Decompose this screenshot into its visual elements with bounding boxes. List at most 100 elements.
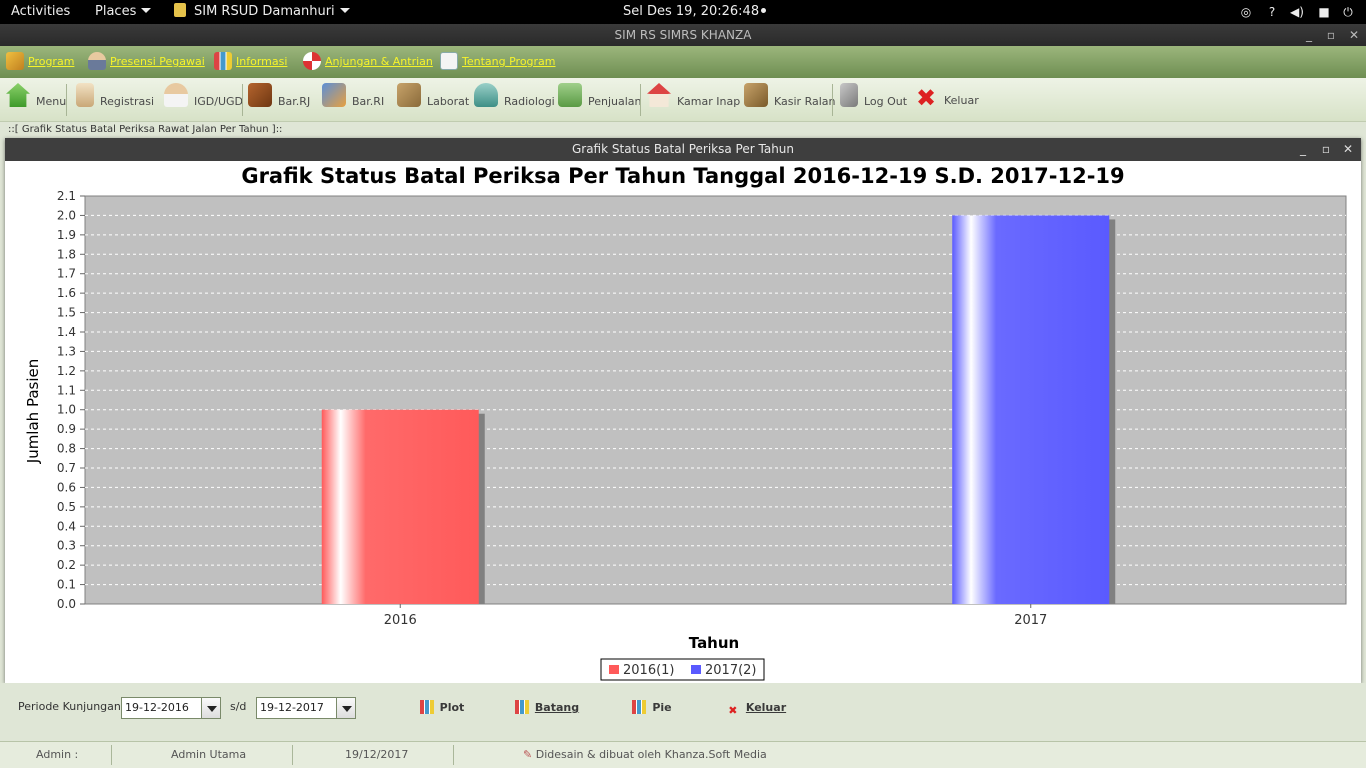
maximize-icon[interactable]: ▫	[1319, 138, 1333, 161]
status-bar: Admin : Admin Utama 19/12/2017 ✎ Didesai…	[0, 741, 1366, 768]
home-icon	[6, 83, 30, 107]
toolbar-separator	[640, 84, 641, 116]
toolbar-logout-button[interactable]: Log Out	[840, 83, 907, 117]
pie-button[interactable]: Pie	[614, 696, 690, 720]
toolbar-radiologi-button[interactable]: Radiologi	[474, 83, 555, 117]
y-tick-label: 0.1	[57, 578, 76, 592]
activities-button[interactable]: Activities	[11, 0, 70, 24]
y-tick-label: 1.4	[57, 325, 76, 339]
y-tick-label: 1.6	[57, 286, 76, 300]
y-axis-label: Jumlah Pasien	[24, 359, 42, 464]
toolbar-igd-label: IGD/UGD	[194, 95, 243, 108]
keys-icon	[840, 83, 858, 107]
y-tick-label: 1.9	[57, 228, 76, 242]
pen-icon: ✎	[523, 748, 533, 761]
bar-2017	[952, 215, 1110, 604]
date-from-dropdown-button[interactable]	[201, 697, 221, 719]
toolbar-barri-button[interactable]: Bar.RI	[322, 83, 384, 117]
minimize-icon[interactable]: _	[1296, 138, 1310, 161]
help-icon[interactable]: ?	[1264, 4, 1280, 20]
notification-dot-icon	[761, 8, 767, 13]
menu-program[interactable]: Program	[6, 50, 74, 74]
clock-label: Sel Des 19, 20:26:48	[623, 4, 760, 19]
plot-label: Plot	[439, 701, 465, 714]
y-tick-label: 0.7	[57, 461, 76, 475]
toolbar-kasir-ralan-button[interactable]: Kasir Ralan	[744, 83, 835, 117]
toolbar-registrasi-button[interactable]: Registrasi	[76, 83, 154, 117]
controls-panel: Periode Kunjungan : 19-12-2016 s/d 19-12…	[0, 683, 1366, 741]
y-tick-label: 0.5	[57, 500, 76, 514]
plot-button[interactable]: Plot	[404, 696, 480, 720]
house-icon	[647, 83, 671, 107]
menu-anjungan-antrian[interactable]: Anjungan & Antrian	[303, 50, 433, 74]
lifebuoy-icon	[303, 52, 321, 70]
key-icon	[6, 52, 24, 70]
clock[interactable]: Sel Des 19, 20:26:48	[623, 0, 767, 24]
toolbar-barrj-button[interactable]: Bar.RJ	[248, 83, 310, 117]
batang-button[interactable]: Batang	[509, 696, 585, 720]
chart-window: Grafik Status Batal Periksa Per Tahun _ …	[5, 138, 1361, 683]
y-tick-label: 0.3	[57, 539, 76, 553]
y-tick-label: 0.6	[57, 480, 76, 494]
toolbar-laborat-button[interactable]: Laborat	[397, 83, 469, 117]
status-separator	[453, 745, 454, 765]
chevron-down-icon	[141, 8, 152, 13]
chart-window-title-bar[interactable]: Grafik Status Batal Periksa Per Tahun _ …	[5, 138, 1361, 161]
y-tick-label: 1.2	[57, 364, 76, 378]
y-tick-label: 0.4	[57, 519, 76, 533]
y-tick-label: 0.9	[57, 422, 76, 436]
legend-swatch	[691, 665, 701, 674]
menu-bar: Program Presensi Pegawai Informasi Anjun…	[0, 46, 1366, 78]
places-menu[interactable]: Places	[95, 0, 152, 24]
menu-informasi[interactable]: Informasi	[214, 50, 287, 74]
maximize-icon[interactable]: ▫	[1324, 24, 1338, 46]
volume-icon[interactable]: ◀)	[1289, 4, 1305, 20]
toolbar-menu-button[interactable]: Menu	[6, 83, 66, 117]
app-menu-label: SIM RSUD Damanhuri	[194, 4, 335, 19]
toolbar-laborat-label: Laborat	[427, 95, 470, 108]
menu-tentang-program[interactable]: Tentang Program	[440, 50, 556, 74]
toolbar-keluar-button[interactable]: ✖ Keluar	[914, 83, 979, 117]
status-separator	[111, 745, 112, 765]
window-title: SIM RS SIMRS KHANZA	[614, 28, 752, 42]
menu-presensi-pegawai[interactable]: Presensi Pegawai	[88, 50, 205, 74]
toolbar-separator	[242, 84, 243, 116]
plot-area	[84, 195, 1347, 605]
status-user-name: Admin Utama	[171, 748, 247, 761]
app-menu[interactable]: SIM RSUD Damanhuri	[174, 0, 350, 24]
y-tick-label: 0.0	[57, 597, 76, 611]
battery-icon[interactable]: ■	[1316, 4, 1332, 20]
close-icon: ✖	[728, 704, 738, 717]
book-icon	[248, 83, 272, 107]
status-date: 19/12/2017	[345, 748, 409, 761]
window-title-bar[interactable]: SIM RS SIMRS KHANZA _ ▫ ✕	[0, 24, 1366, 46]
toolbar-separator	[66, 84, 67, 116]
close-icon[interactable]: ✕	[1341, 138, 1355, 161]
accessibility-icon[interactable]: ◎	[1238, 4, 1254, 20]
toolbar-igd-button[interactable]: IGD/UGD	[164, 83, 243, 117]
toolbar-penjualan-button[interactable]: Penjualan	[558, 83, 642, 117]
toolbar-penjualan-label: Penjualan	[588, 95, 642, 108]
legend-swatch	[609, 665, 619, 674]
power-icon[interactable]: ⏻	[1340, 4, 1356, 20]
status-separator	[292, 745, 293, 765]
bar-2016	[321, 409, 479, 604]
close-icon[interactable]: ✕	[1347, 24, 1361, 46]
toolbar-radiologi-label: Radiologi	[504, 95, 555, 108]
toolbar-registrasi-label: Registrasi	[100, 95, 155, 108]
menu-program-label: Program	[28, 55, 75, 68]
keluar-button[interactable]: ✖ Keluar	[718, 696, 794, 720]
legend-label: 2017(2)	[705, 663, 757, 678]
radiology-icon	[474, 83, 498, 107]
date-to-dropdown-button[interactable]	[336, 697, 356, 719]
bed-icon	[322, 83, 346, 107]
menu-anjungan-label: Anjungan & Antrian	[325, 55, 433, 68]
periode-label: Periode Kunjungan :	[18, 700, 129, 713]
internal-frame-label: ::[ Grafik Status Batal Periksa Rawat Ja…	[8, 124, 283, 135]
keluar-label: Keluar	[745, 701, 787, 714]
minimize-icon[interactable]: _	[1302, 24, 1316, 46]
menu-informasi-label: Informasi	[236, 55, 288, 68]
toolbar-kamar-inap-button[interactable]: Kamar Inap	[647, 83, 740, 117]
doctor-icon	[164, 83, 188, 107]
y-tick-label: 0.2	[57, 558, 76, 572]
